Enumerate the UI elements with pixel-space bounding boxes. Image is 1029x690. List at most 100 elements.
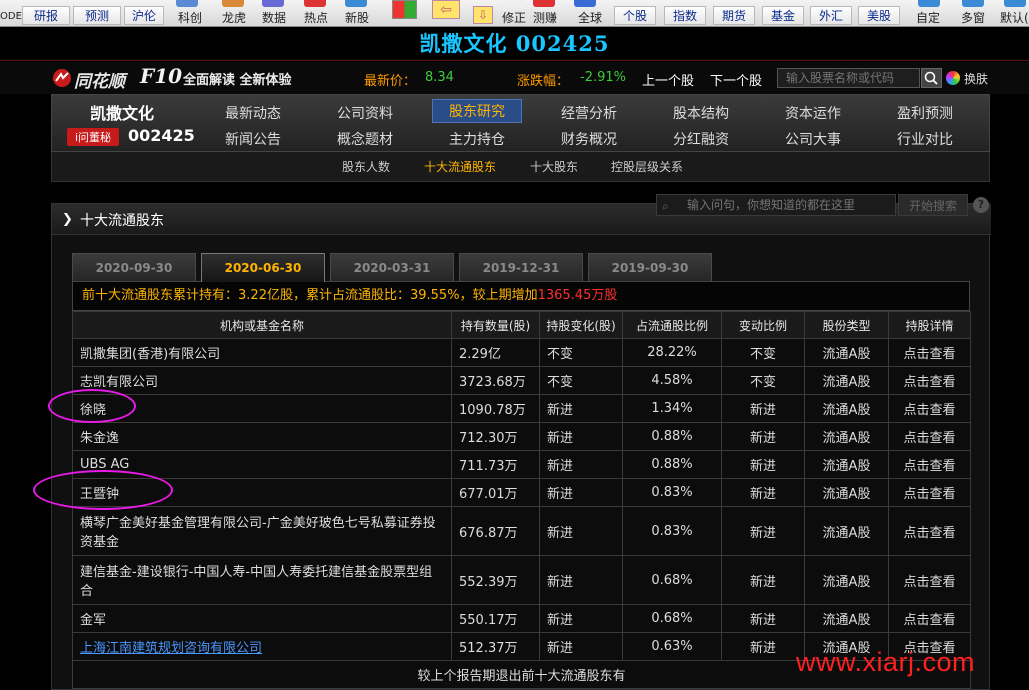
nav-capital-operation[interactable]: 资本运作 [785,103,841,123]
change-value: -2.91% [580,70,626,85]
view-detail-link[interactable]: 点击查看 [888,338,971,367]
float-ratio: 0.63% [622,632,722,661]
toolbar-data[interactable]: 数据 [262,9,286,26]
subnav-top10-float[interactable]: 十大流通股东 [424,158,496,175]
tab-date-1[interactable]: 2020-09-30 [72,253,196,281]
search-button[interactable] [921,68,942,88]
toolbar-test-earn[interactable]: 测赚 [533,9,557,26]
subnav-holder-count[interactable]: 股东人数 [342,158,390,175]
holding-change: 新进 [539,604,623,633]
nav-concepts[interactable]: 概念题材 [337,129,393,149]
start-search-button[interactable]: 开始搜索 [898,194,968,216]
table-row: 朱金逸 712.30万 新进 0.88% 新进 流通A股 点击查看 [72,422,971,451]
nav-industry[interactable]: 行业对比 [897,129,953,149]
holding-amount: 550.17万 [451,604,540,633]
question-search-input[interactable] [656,194,896,216]
view-detail-link[interactable]: 点击查看 [888,506,971,556]
holding-change: 新进 [539,632,623,661]
tab-date-4[interactable]: 2019-12-31 [459,253,583,281]
nav-latest[interactable]: 最新动态 [225,103,281,123]
nav-profit-forecast[interactable]: 盈利预测 [897,103,953,123]
down-arrow-icon[interactable]: ⇩ [473,6,493,24]
share-type: 流通A股 [804,366,889,395]
section-title: 十大流通股东 [80,213,164,229]
float-ratio: 0.88% [622,450,722,479]
change-ratio: 新进 [721,604,805,633]
ask-secretary-badge[interactable]: i问董秘 [67,128,119,146]
holder-name[interactable]: 上海江南建筑规划咨询有限公司 [72,632,452,661]
help-icon[interactable]: ? [973,197,989,213]
col-header-detail: 持股详情 [888,311,971,339]
nav-events[interactable]: 公司大事 [785,129,841,149]
custom-icon [918,0,940,7]
toolbar-star-board[interactable]: 科创 [178,9,202,26]
float-ratio: 4.58% [622,366,722,395]
toolbar-research-button[interactable]: 研报 [22,6,70,25]
holder-name: 建信基金-建设银行-中国人寿-中国人寿委托建信基金股票型组合 [72,555,452,605]
float-ratio: 1.34% [622,394,722,423]
table-row: 徐晓 1090.78万 新进 1.34% 新进 流通A股 点击查看 [72,394,971,423]
col-header-pct: 占流通股比例 [622,311,722,339]
nav-dividend[interactable]: 分红融资 [673,129,729,149]
share-type: 流通A股 [804,478,889,507]
nav-company-info[interactable]: 公司资料 [337,103,393,123]
stock-search-input[interactable] [777,68,920,88]
view-detail-link[interactable]: 点击查看 [888,604,971,633]
prev-stock-link[interactable]: 上一个股 [642,70,694,89]
nav-news[interactable]: 新闻公告 [225,129,281,149]
next-stock-link[interactable]: 下一个股 [710,70,762,89]
summary-text-1: 前十大流通股东累计持有： [82,288,239,303]
change-ratio: 新进 [721,450,805,479]
toolbar-new-stock[interactable]: 新股 [345,9,369,26]
toolbar-revise[interactable]: 修正 [502,9,526,26]
toolbar-dragon-tiger[interactable]: 龙虎 [222,9,246,26]
toolbar-multi-window[interactable]: 多窗 [961,9,985,26]
watermark: www.xiarj.com [796,647,976,677]
tab-date-5[interactable]: 2019-09-30 [588,253,712,281]
view-detail-link[interactable]: 点击查看 [888,422,971,451]
nav-main-holdings[interactable]: 主力持仓 [449,129,505,149]
toolbar-global[interactable]: 全球 [578,9,602,26]
holding-change: 新进 [539,422,623,451]
col-header-ratio: 变动比例 [721,311,805,339]
toolbar-us-stock-button[interactable]: 美股 [858,6,900,25]
windows-grid-icon[interactable] [392,0,417,19]
toolbar-shanghai-london-button[interactable]: 沪伦 [124,6,164,25]
col-header-type: 股份类型 [804,311,889,339]
col-header-amount: 持有数量(股) [451,311,540,339]
toolbar-index-button[interactable]: 指数 [664,6,706,25]
toolbar-forecast-button[interactable]: 预测 [73,6,121,25]
skin-switch-icon[interactable] [946,71,960,85]
share-type: 流通A股 [804,604,889,633]
toolbar-stock-button[interactable]: 个股 [614,6,656,25]
toolbar-futures-button[interactable]: 期货 [713,6,755,25]
change-ratio: 新进 [721,394,805,423]
view-detail-link[interactable]: 点击查看 [888,450,971,479]
nav-financial[interactable]: 财务概况 [561,129,617,149]
holding-amount: 512.37万 [451,632,540,661]
toolbar-forex-button[interactable]: 外汇 [810,6,852,25]
tab-date-2[interactable]: 2020-06-30 [201,253,325,282]
share-type: 流通A股 [804,338,889,367]
dragon-tiger-icon [222,0,244,7]
change-ratio: 不变 [721,366,805,395]
view-detail-link[interactable]: 点击查看 [888,366,971,395]
share-type: 流通A股 [804,555,889,605]
tab-date-3[interactable]: 2020-03-31 [330,253,454,281]
nav-operations[interactable]: 经营分析 [561,103,617,123]
skin-switch-label[interactable]: 换肤 [964,70,988,87]
toolbar-default[interactable]: 默认( [1000,9,1029,26]
nav-capital-structure[interactable]: 股本结构 [673,103,729,123]
holding-amount: 3723.68万 [451,366,540,395]
nav-shareholder-research[interactable]: 股东研究 [432,99,522,123]
back-arrow-icon[interactable]: ⇦ [432,0,460,19]
toolbar-fund-button[interactable]: 基金 [762,6,804,25]
view-detail-link[interactable]: 点击查看 [888,555,971,605]
view-detail-link[interactable]: 点击查看 [888,478,971,507]
toolbar-custom[interactable]: 自定 [916,9,940,26]
subnav-control-hierarchy[interactable]: 控股层级关系 [611,158,683,175]
toolbar-hot[interactable]: 热点 [304,9,328,26]
subnav-top10[interactable]: 十大股东 [530,158,578,175]
view-detail-link[interactable]: 点击查看 [888,394,971,423]
table-row: 凯撒集团(香港)有限公司 2.29亿 不变 28.22% 不变 流通A股 点击查看 [72,338,971,367]
